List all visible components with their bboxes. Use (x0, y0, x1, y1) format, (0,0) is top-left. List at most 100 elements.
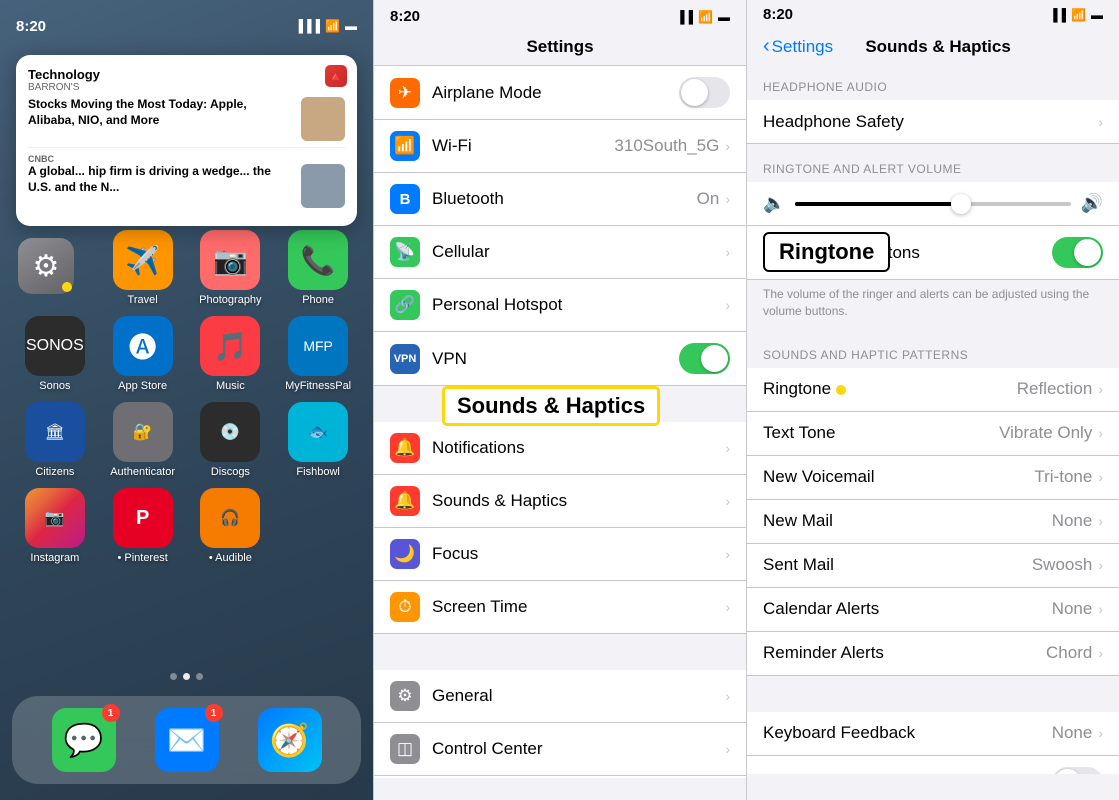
newvoicemail-chevron: › (1098, 469, 1103, 485)
cellular-icon: 📡 (390, 237, 420, 267)
newvoicemail-value: Tri-tone (1034, 467, 1092, 487)
signal-icon-2: ▐▐ (676, 10, 693, 24)
messages-badge: 1 (102, 704, 120, 722)
dock-mail[interactable]: ✉️ 1 (155, 708, 219, 772)
safari-icon: 🧭 (258, 708, 322, 772)
section-gap-1 (374, 386, 746, 422)
settings-item-display[interactable]: ☀ Display & Brightness › (374, 776, 746, 778)
time-display-2: 8:20 (390, 8, 420, 25)
settings-item-bluetooth[interactable]: B Bluetooth On › (374, 173, 746, 226)
ringtone-yellow-dot (836, 385, 846, 395)
app-item-appstore[interactable]: 🅐 App Store (104, 316, 182, 392)
dock-messages[interactable]: 💬 1 (52, 708, 116, 772)
settings-item-focus[interactable]: 🌙 Focus › (374, 528, 746, 581)
calendaralerts-chevron: › (1098, 601, 1103, 617)
app-item-pinterest[interactable]: P • Pinterest (104, 488, 182, 564)
app-item-citizens[interactable]: 🏛 Citizens (16, 402, 94, 478)
sh-wifi-icon: 📶 (1071, 8, 1086, 22)
sounds-label: Sounds & Haptics (432, 491, 725, 511)
settings-item-hotspot[interactable]: 🔗 Personal Hotspot › (374, 279, 746, 332)
app-item-phone[interactable]: 📞 Phone (279, 230, 357, 306)
airplane-icon: ✈ (390, 78, 420, 108)
settings-item-screentime[interactable]: ⏱ Screen Time › (374, 581, 746, 634)
sh-item-texttone[interactable]: Text Tone Vibrate Only › (747, 412, 1119, 456)
sh-item-locksound[interactable]: Lock Sound (747, 756, 1119, 774)
app-item-authenticator[interactable]: 🔐 Authenticator (104, 402, 182, 478)
news-tag: Technology (28, 67, 345, 82)
news-text1: Stocks Moving the Most Today: Apple, Ali… (28, 97, 293, 128)
volume-slider[interactable] (795, 202, 1070, 206)
vpn-icon: VPN (390, 344, 420, 374)
sh-item-newmail[interactable]: New Mail None › (747, 500, 1119, 544)
sh-item-keyboardfeedback[interactable]: Keyboard Feedback None › (747, 712, 1119, 756)
news-row1: Stocks Moving the Most Today: Apple, Ali… (28, 97, 345, 141)
sh-item-newvoicemail[interactable]: New Voicemail Tri-tone › (747, 456, 1119, 500)
settings-item-sounds[interactable]: 🔔 Sounds & Haptics › (374, 475, 746, 528)
wifi-chevron: › (725, 138, 730, 154)
app-item-music[interactable]: 🎵 Music (192, 316, 270, 392)
sounds-haptics-panel: 8:20 ▐▐ 📶 ▬ ‹ Settings Sounds & Haptics … (746, 0, 1119, 800)
app-item-myfitnesspal[interactable]: MFP MyFitnessPal (279, 316, 357, 392)
sh-item-ringtone[interactable]: Ringtone Reflection › (747, 368, 1119, 412)
page-dot-1 (170, 673, 177, 680)
bluetooth-label: Bluetooth (432, 189, 697, 209)
controlcenter-label: Control Center (432, 739, 725, 759)
volume-note: The volume of the ringer and alerts can … (747, 280, 1119, 330)
sh-content: HEADPHONE AUDIO Headphone Safety › RINGT… (747, 62, 1119, 774)
app-item-audible[interactable]: 🎧 • Audible (192, 488, 270, 564)
locksound-toggle[interactable] (1052, 767, 1103, 774)
airplane-toggle[interactable] (679, 77, 730, 108)
hotspot-chevron: › (725, 297, 730, 313)
sounds-icon: 🔔 (390, 486, 420, 516)
settings-item-airplane[interactable]: ✈ Airplane Mode (374, 66, 746, 120)
ringtone-chevron: › (1098, 381, 1103, 397)
wifi-icon-2: 📶 (698, 10, 713, 24)
phone-icon: 📞 (288, 230, 348, 290)
news-corner-icon: 🔺 (325, 65, 347, 87)
ringtone-label: Ringtone (763, 379, 1017, 399)
sentmail-value: Swoosh (1032, 555, 1092, 575)
sh-item-reminderalerts[interactable]: Reminder Alerts Chord › (747, 632, 1119, 676)
app-item-discogs[interactable]: 💿 Discogs (192, 402, 270, 478)
change-buttons-toggle[interactable] (1052, 237, 1103, 268)
volume-row[interactable]: 🔈 🔊 (747, 182, 1119, 226)
sh-item-sentmail[interactable]: Sent Mail Swoosh › (747, 544, 1119, 588)
news-row2: A global... hip firm is driving a wedge.… (28, 164, 345, 208)
general-icon: ⚙ (390, 681, 420, 711)
app-item-sonos[interactable]: SONOS Sonos (16, 316, 94, 392)
newmail-value: None (1052, 511, 1093, 531)
vpn-label: VPN (432, 349, 679, 369)
headphone-safety-label: Headphone Safety (763, 112, 1098, 132)
citizens-icon: 🏛 (25, 402, 85, 462)
sentmail-label: Sent Mail (763, 555, 1032, 575)
settings-item-cellular[interactable]: 📡 Cellular › (374, 226, 746, 279)
notifications-chevron: › (725, 440, 730, 456)
settings-item-notifications[interactable]: 🔔 Notifications › (374, 422, 746, 475)
news-source2: CNBC (28, 154, 345, 164)
vpn-toggle[interactable] (679, 343, 730, 374)
newmail-chevron: › (1098, 513, 1103, 529)
app-item-travel2[interactable]: ✈️ Travel (104, 230, 182, 306)
dock-safari[interactable]: 🧭 (258, 708, 322, 772)
sh-item-calendaralerts[interactable]: Calendar Alerts None › (747, 588, 1119, 632)
settings-item-general[interactable]: ⚙ General › (374, 670, 746, 723)
settings-item-controlcenter[interactable]: ◫ Control Center › (374, 723, 746, 776)
authenticator-icon: 🔐 (113, 402, 173, 462)
app-item-fishbowl[interactable]: 🐟 Fishbowl (279, 402, 357, 478)
texttone-value: Vibrate Only (999, 423, 1092, 443)
app-item-instagram[interactable]: 📷 Instagram (16, 488, 94, 564)
settings-title: Settings (390, 37, 730, 57)
sh-status-bar: 8:20 ▐▐ 📶 ▬ (747, 0, 1119, 23)
sh-item-headphone-safety[interactable]: Headphone Safety › (747, 100, 1119, 144)
news-card[interactable]: 🔺 Technology BARRON'S Stocks Moving the … (16, 55, 357, 226)
bluetooth-chevron: › (725, 191, 730, 207)
sh-back-button[interactable]: ‹ Settings (763, 35, 833, 58)
app-item-photography[interactable]: 📷 Photography (192, 230, 270, 306)
headphone-section-label: HEADPHONE AUDIO (747, 62, 1119, 100)
sh-back-label: Settings (772, 37, 833, 57)
dock: 💬 1 ✉️ 1 🧭 (12, 696, 361, 784)
settings-app-icon-overlay[interactable]: ⚙ (18, 238, 74, 294)
music-icon: 🎵 (200, 316, 260, 376)
settings-item-vpn[interactable]: VPN VPN (374, 332, 746, 386)
settings-item-wifi[interactable]: 📶 Wi-Fi 310South_5G › (374, 120, 746, 173)
